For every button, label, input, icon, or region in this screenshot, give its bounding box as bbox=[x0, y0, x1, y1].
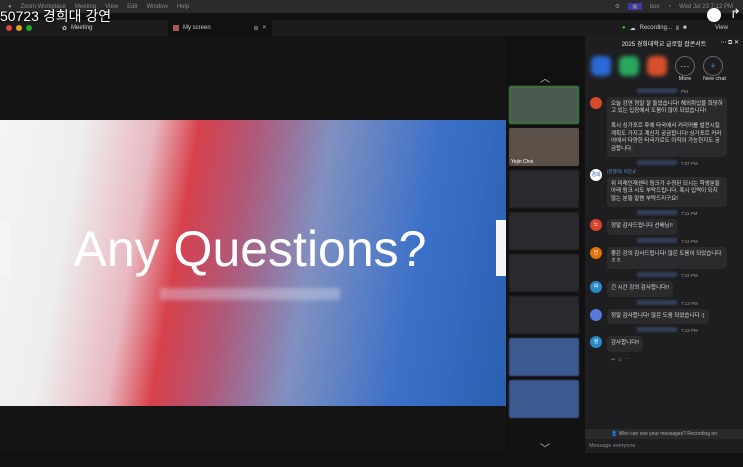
view-label: View bbox=[715, 25, 728, 31]
avatar[interactable] bbox=[590, 97, 602, 109]
screen-tab-icon bbox=[173, 25, 179, 31]
chat-panel: 2025 경희대학교 글로벌 잡콘서트 ⋯ ⧉ ✕ ⋯ More + New cha… bbox=[585, 36, 743, 453]
more-label: More bbox=[678, 76, 692, 82]
window-tab-bar: ✿ Meeting My screen ⊖ × ● ☁ Recording... Ⅱ ■ Vi… bbox=[0, 20, 743, 36]
message-list[interactable]: PM 오늘 강연 정말 잘 들었습니다! 해외취업을 희망하고 있는 입장에서 도… bbox=[585, 88, 743, 408]
tab-my-screen-label: My screen bbox=[183, 25, 211, 31]
recording-notice[interactable]: 👤 Who can see your messages? Recording o… bbox=[585, 429, 743, 439]
message-bubble: 오늘 강연 정말 잘 들었습니다! 해외취업을 희망하고 있는 입장에서 도움이… bbox=[607, 97, 727, 157]
avatar[interactable]: 노 bbox=[590, 219, 602, 232]
menu-bar: ● Zoom Workplace Meeting View Edit Windo… bbox=[0, 0, 743, 13]
participant-video[interactable] bbox=[509, 296, 579, 334]
app-icon[interactable] bbox=[619, 56, 639, 76]
more-icon[interactable]: ⋯ bbox=[720, 40, 726, 46]
tab-my-screen[interactable]: My screen ⊖ × bbox=[168, 20, 272, 36]
shared-slide: Any Questions? bbox=[0, 120, 506, 406]
message-bubble: 정말 감사드립니다 선배님!! bbox=[607, 219, 677, 235]
plus-icon: + bbox=[703, 56, 723, 76]
message-bubble: 긴 시간 강의 감사합니다!! bbox=[607, 281, 674, 297]
avatar[interactable] bbox=[590, 308, 602, 321]
scroll-up-icon[interactable]: ︿ bbox=[540, 70, 550, 85]
participant-video[interactable] bbox=[509, 212, 579, 250]
participant-thumbnails[interactable]: Yejin Choi bbox=[508, 84, 580, 467]
shared-screen-stage: Any Questions? bbox=[0, 36, 506, 453]
recording-status: ● ☁ Recording... Ⅱ ■ bbox=[622, 20, 687, 36]
chat-message[interactable]: 박 긴 시간 강의 감사합니다!! bbox=[585, 278, 743, 299]
avatar[interactable]: 경희 bbox=[590, 168, 602, 181]
chat-apps-row: ⋯ More + New chat bbox=[585, 50, 743, 88]
close-icon[interactable]: ✕ bbox=[734, 40, 739, 46]
avatar[interactable]: 정 bbox=[590, 336, 602, 349]
app-icon[interactable] bbox=[591, 56, 611, 76]
clock-icon bbox=[707, 8, 721, 22]
overlay-title: 50723 경희대 강연 bbox=[0, 8, 112, 24]
message-input[interactable]: Message everyone bbox=[585, 439, 743, 453]
chat-message[interactable]: 경희 (진행자) 이민규 위 미래인재센터 링크가 수정된 되시는 학생분들 아래 … bbox=[585, 166, 743, 210]
avatar[interactable]: 안 bbox=[590, 246, 602, 259]
new-chat-button[interactable]: + New chat bbox=[703, 56, 726, 82]
message-bubble: 감사합니다!! bbox=[607, 336, 644, 352]
share-arrow-icon: ↱ bbox=[730, 6, 741, 21]
chat-header: 2025 경희대학교 글로벌 잡콘서트 ⋯ ⧉ ✕ bbox=[585, 36, 743, 50]
notice-text: Who can see your messages? Recording on bbox=[618, 431, 717, 437]
menu-window[interactable]: Window bbox=[146, 4, 167, 10]
participant-video[interactable] bbox=[509, 254, 579, 292]
cloud-icon: ☁ bbox=[629, 25, 636, 32]
participant-video[interactable] bbox=[509, 338, 579, 376]
slide-title: Any Questions? bbox=[73, 221, 427, 277]
settings-icon[interactable]: ⚙ bbox=[615, 3, 620, 10]
message-bubble: 정말 감사합니다! 많은 도움 되었습니다 :) bbox=[607, 308, 709, 325]
emoji-icon[interactable]: ☺ bbox=[617, 357, 623, 363]
reply-icon[interactable]: ↩ bbox=[611, 357, 616, 363]
presenter-name: Yejin Choi bbox=[511, 159, 534, 165]
datetime[interactable]: Wed Jul 23 7:12 PM bbox=[679, 4, 733, 10]
message-bubble: 좋은 강의 감사드립니다! 많은 도움이 되었습니다 ㅎㅎ bbox=[607, 246, 727, 270]
screen-icon[interactable]: ▣ bbox=[628, 3, 642, 10]
more-icon: ⋯ bbox=[675, 56, 695, 76]
more-apps-button[interactable]: ⋯ More bbox=[675, 56, 695, 82]
chat-title: 2025 경희대학교 글로벌 잡콘서트 bbox=[621, 41, 707, 48]
box-icon[interactable]: box bbox=[650, 4, 660, 10]
minus-circle-icon[interactable]: ⊖ bbox=[253, 25, 258, 32]
view-button[interactable]: View bbox=[715, 20, 728, 36]
menu-edit[interactable]: Edit bbox=[127, 4, 137, 10]
chat-message[interactable]: 정말 감사합니다! 많은 도움 되었습니다 :) bbox=[585, 306, 743, 327]
participant-video[interactable] bbox=[509, 86, 579, 124]
stop-icon[interactable]: ■ bbox=[683, 25, 687, 31]
more-icon[interactable]: ⋯ bbox=[624, 357, 630, 363]
sender-name[interactable]: (진행자) 이민규 bbox=[607, 169, 727, 175]
recording-label: Recording... bbox=[639, 25, 672, 31]
avatar[interactable]: 박 bbox=[590, 281, 602, 294]
chat-message[interactable]: 정 감사합니다!! bbox=[585, 333, 743, 354]
participant-video[interactable] bbox=[509, 170, 579, 208]
message-actions: ↩ ☺ ⋯ bbox=[585, 355, 743, 365]
shield-icon: ● bbox=[622, 25, 626, 31]
participant-video[interactable] bbox=[509, 380, 579, 418]
participant-video-presenter[interactable]: Yejin Choi bbox=[509, 128, 579, 166]
chat-message[interactable]: 노 정말 감사드립니다 선배님!! bbox=[585, 216, 743, 237]
tab-close-icon[interactable]: × bbox=[262, 25, 272, 31]
new-chat-label: New chat bbox=[703, 76, 726, 82]
menu-help[interactable]: Help bbox=[177, 4, 189, 10]
app-icon[interactable] bbox=[647, 56, 667, 76]
people-icon: 👤 bbox=[610, 431, 618, 437]
pause-icon[interactable]: Ⅱ bbox=[676, 25, 679, 32]
chat-header-actions: ⋯ ⧉ ✕ bbox=[720, 39, 739, 47]
popout-icon[interactable]: ⧉ bbox=[728, 40, 732, 46]
chat-message[interactable]: 안 좋은 강의 감사드립니다! 많은 도움이 되었습니다 ㅎㅎ bbox=[585, 244, 743, 273]
blurred-contact bbox=[160, 288, 340, 300]
message-bubble: 위 미래인재센터 링크가 수정된 되시는 학생분들 아래 링크 시도 부탁드립니… bbox=[607, 176, 727, 208]
chat-message[interactable]: 오늘 강연 정말 잘 들었습니다! 해외취업을 희망하고 있는 입장에서 도움이… bbox=[585, 94, 743, 160]
wifi-icon[interactable]: ◔ bbox=[667, 4, 671, 10]
